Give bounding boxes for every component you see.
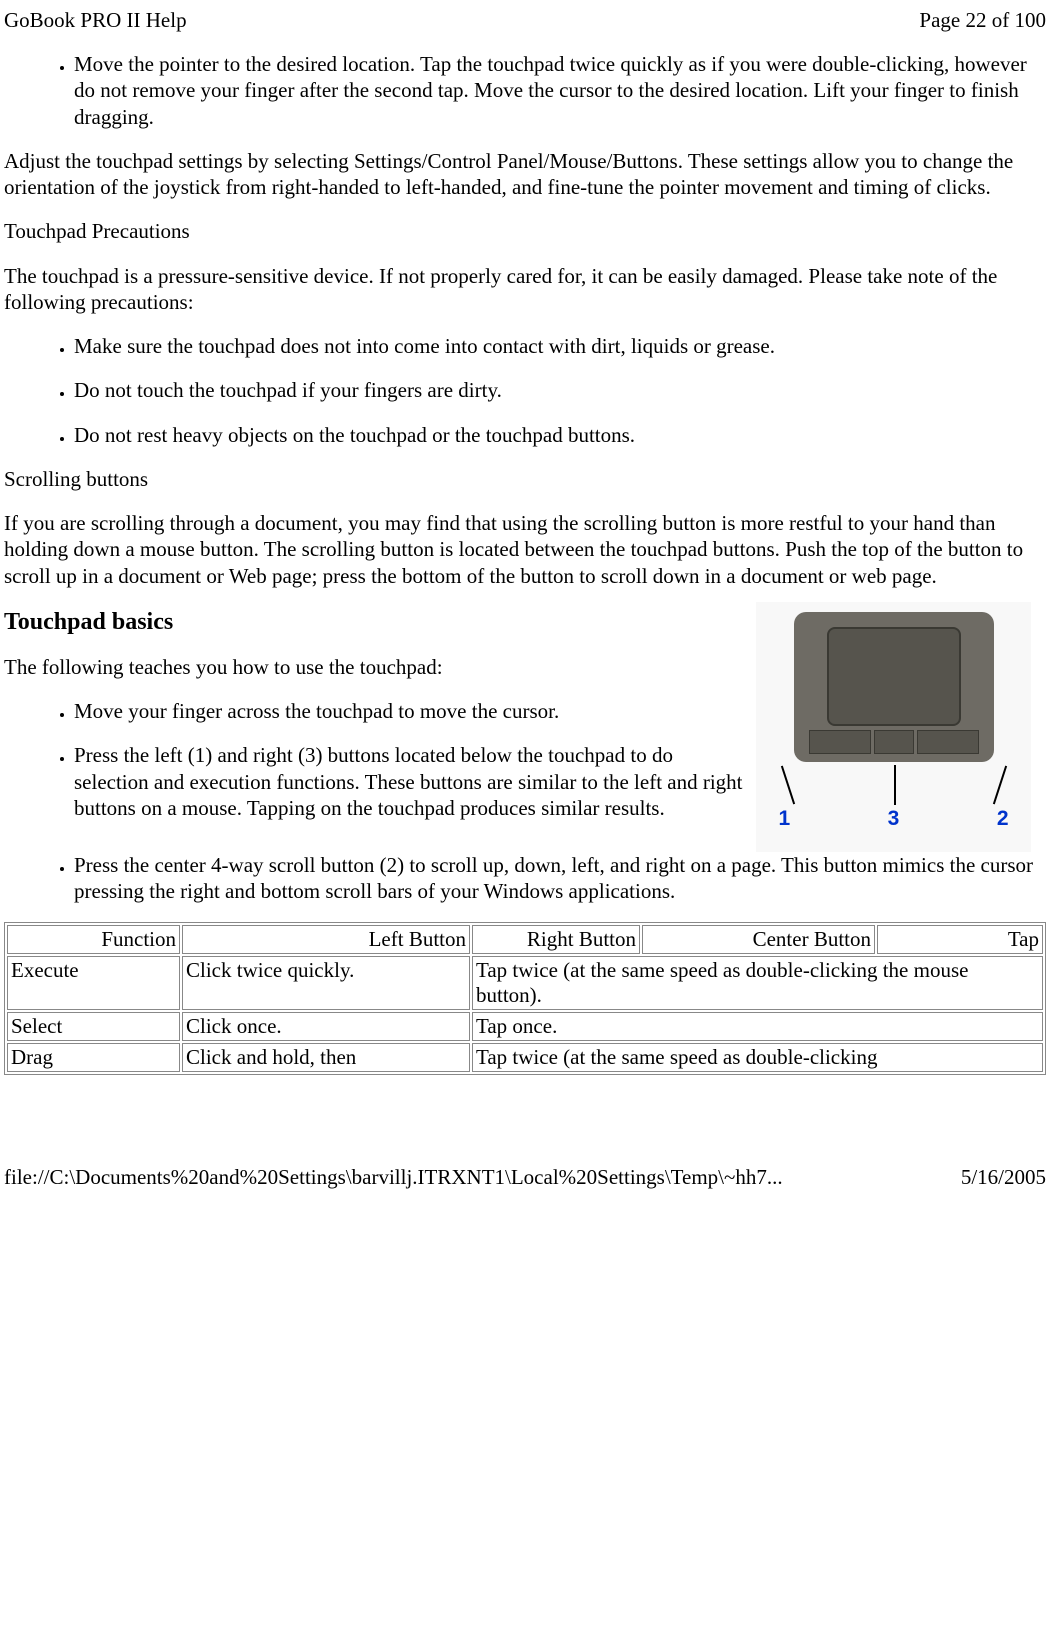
page-header: GoBook PRO II Help Page 22 of 100	[0, 0, 1050, 33]
list-item: Make sure the touchpad does not into com…	[74, 333, 1046, 359]
intro-list: Move the pointer to the desired location…	[4, 51, 1046, 130]
pointer-line	[780, 765, 794, 804]
precautions-heading: Touchpad Precautions	[4, 218, 1046, 244]
image-label-3: 3	[888, 807, 900, 831]
td-left: Click twice quickly.	[182, 956, 470, 1010]
image-label-2: 2	[997, 807, 1009, 831]
page-content: Move the pointer to the desired location…	[0, 51, 1050, 1075]
td-function: Select	[7, 1012, 180, 1041]
pointer-line	[992, 765, 1006, 804]
touchpad-pad-shape	[827, 627, 961, 726]
scrolling-body: If you are scrolling through a document,…	[4, 510, 1046, 589]
list-item: Press the center 4-way scroll button (2)…	[74, 852, 1046, 905]
td-right: Tap twice (at the same speed as double-c…	[472, 1043, 1043, 1072]
th-left: Left Button	[182, 925, 470, 954]
scrolling-heading: Scrolling buttons	[4, 466, 1046, 492]
td-left: Click once.	[182, 1012, 470, 1041]
precautions-list: Make sure the touchpad does not into com…	[4, 333, 1046, 448]
list-item: Do not rest heavy objects on the touchpa…	[74, 422, 1046, 448]
touchpad-image: 1 3 2	[756, 602, 1046, 852]
td-right: Tap twice (at the same speed as double-c…	[472, 956, 1043, 1010]
th-tap: Tap	[877, 925, 1043, 954]
header-title: GoBook PRO II Help	[4, 8, 187, 33]
table-row: Select Click once. Tap once.	[7, 1012, 1043, 1041]
header-page-info: Page 22 of 100	[919, 8, 1046, 33]
td-right: Tap once.	[472, 1012, 1043, 1041]
th-center: Center Button	[642, 925, 875, 954]
image-label-1: 1	[779, 807, 791, 831]
left-button-shape	[809, 730, 871, 754]
th-right: Right Button	[472, 925, 640, 954]
precautions-intro: The touchpad is a pressure-sensitive dev…	[4, 263, 1046, 316]
td-function: Execute	[7, 956, 180, 1010]
footer-date: 5/16/2005	[961, 1165, 1046, 1190]
table-row: Execute Click twice quickly. Tap twice (…	[7, 956, 1043, 1010]
function-table: Function Left Button Right Button Center…	[4, 922, 1046, 1075]
td-left: Click and hold, then	[182, 1043, 470, 1072]
touchpad-body-shape	[794, 612, 994, 762]
td-function: Drag	[7, 1043, 180, 1072]
pointer-line	[894, 765, 896, 805]
touchpad-buttons-shape	[809, 730, 979, 754]
table-header-row: Function Left Button Right Button Center…	[7, 925, 1043, 954]
table-row: Drag Click and hold, then Tap twice (at …	[7, 1043, 1043, 1072]
image-labels: 1 3 2	[779, 807, 1009, 831]
list-item: Do not touch the touchpad if your finger…	[74, 377, 1046, 403]
page-footer: file://C:\Documents%20and%20Settings\bar…	[0, 1165, 1050, 1198]
para-adjust: Adjust the touchpad settings by selectin…	[4, 148, 1046, 201]
intro-list-item: Move the pointer to the desired location…	[74, 51, 1046, 130]
touchpad-illustration: 1 3 2	[756, 602, 1031, 852]
right-button-shape	[917, 730, 979, 754]
th-function: Function	[7, 925, 180, 954]
center-button-shape	[874, 730, 914, 754]
footer-path: file://C:\Documents%20and%20Settings\bar…	[4, 1165, 783, 1190]
